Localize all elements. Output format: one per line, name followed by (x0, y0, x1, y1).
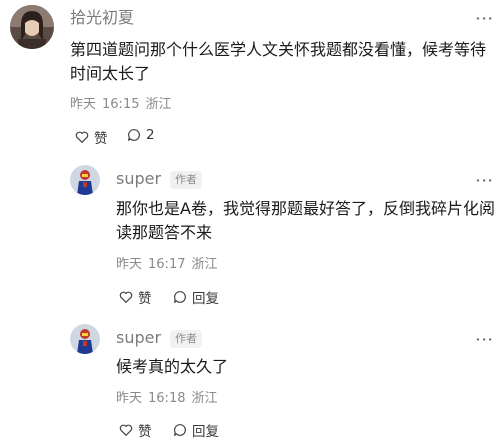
reply-label: 回复 (192, 291, 219, 307)
reply-date: 昨天 (116, 391, 143, 406)
comment-location: 浙江 (145, 97, 172, 112)
reply-text: 候考真的太久了 (116, 357, 229, 376)
more-icon[interactable]: ⋮ (474, 10, 495, 29)
reply-time: 16:18 (148, 391, 186, 406)
more-icon[interactable]: ⋮ (474, 331, 495, 350)
reply-button[interactable]: 回复 (172, 287, 219, 307)
username[interactable]: super (116, 169, 161, 189)
comment-meta: 昨天 16:15 浙江 (70, 97, 178, 113)
like-button[interactable]: 赞 (118, 420, 152, 440)
username[interactable]: super (116, 328, 161, 348)
reply-meta: 昨天 16:18 浙江 (116, 391, 224, 407)
heart-icon (119, 424, 133, 436)
heart-icon (75, 131, 89, 143)
reply-count-button[interactable]: 2 (126, 127, 155, 143)
like-label: 赞 (138, 424, 152, 440)
avatar[interactable] (10, 5, 54, 49)
avatar[interactable] (70, 165, 100, 195)
comment-bubble-icon (128, 129, 140, 141)
like-label: 赞 (94, 131, 108, 147)
reply-location: 浙江 (191, 257, 218, 272)
comment-bubble-icon (174, 424, 186, 436)
comment-text: 第四道题问那个什么医学人文关怀我题都没看懂，候考等待时间太长了 (70, 40, 487, 83)
comment-time: 16:15 (102, 97, 140, 112)
heart-icon (119, 291, 133, 303)
avatar[interactable] (70, 324, 100, 354)
reply-time: 16:17 (148, 257, 186, 272)
reply-text: 那你也是A卷，我觉得那题最好答了，反倒我碎片化阅读那题答不来 (116, 199, 495, 242)
like-label: 赞 (138, 291, 152, 307)
comment-bubble-icon (174, 291, 186, 303)
reply-button[interactable]: 回复 (172, 420, 219, 440)
like-button[interactable]: 赞 (74, 127, 108, 147)
comment-date: 昨天 (70, 97, 97, 112)
reply-count: 2 (146, 127, 155, 143)
author-badge: 作者 (170, 171, 202, 189)
author-badge: 作者 (170, 330, 202, 348)
reply-meta: 昨天 16:17 浙江 (116, 257, 224, 273)
like-button[interactable]: 赞 (118, 287, 152, 307)
username[interactable]: 拾光初夏 (70, 8, 134, 28)
reply-location: 浙江 (191, 391, 218, 406)
reply-label: 回复 (192, 424, 219, 440)
more-icon[interactable]: ⋮ (474, 172, 495, 191)
reply-date: 昨天 (116, 257, 143, 272)
